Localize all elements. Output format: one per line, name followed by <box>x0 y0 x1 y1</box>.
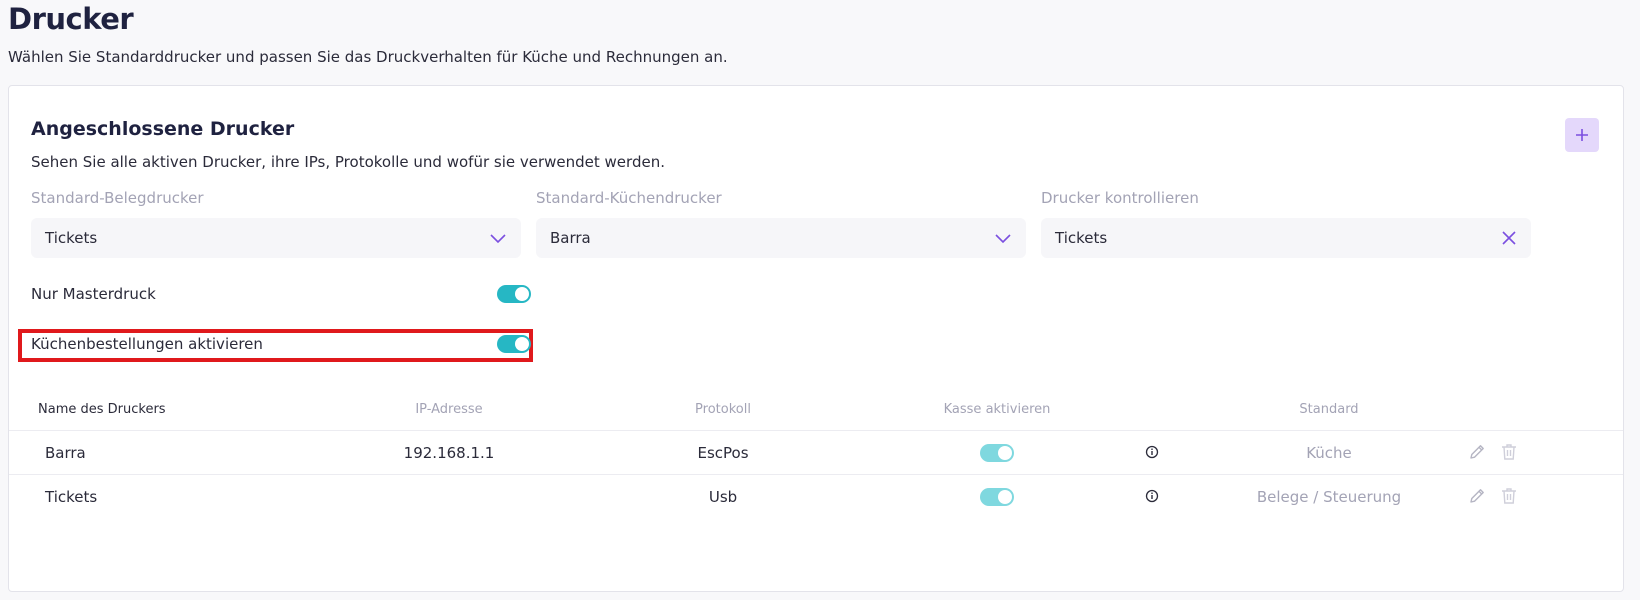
register-toggle[interactable] <box>980 488 1014 506</box>
column-header-standard: Standard <box>1299 402 1359 417</box>
column-header-ip: IP-Adresse <box>415 402 483 417</box>
row-divider <box>9 474 1623 475</box>
receipt-printer-label: Standard-Belegdrucker <box>31 189 204 207</box>
toggle-knob <box>998 446 1012 460</box>
row-divider <box>9 430 1623 431</box>
master-print-label: Nur Masterdruck <box>31 285 156 303</box>
control-printer-value: Tickets <box>1055 229 1108 247</box>
toggle-knob <box>515 287 529 301</box>
section-subtitle: Sehen Sie alle aktiven Drucker, ihre IPs… <box>31 153 665 171</box>
kitchen-orders-label: Küchenbestellungen aktivieren <box>31 335 263 353</box>
kitchen-orders-row: Küchenbestellungen aktivieren <box>31 332 531 356</box>
master-print-toggle[interactable] <box>497 285 531 303</box>
printer-standard: Küche <box>1306 444 1352 462</box>
printer-standard: Belege / Steuerung <box>1256 488 1402 506</box>
printer-ip: 192.168.1.1 <box>403 444 495 462</box>
control-printer-label: Drucker kontrollieren <box>1041 189 1199 207</box>
column-header-protocol: Protokoll <box>695 402 751 417</box>
trash-icon[interactable] <box>1499 486 1519 506</box>
chevron-down-icon <box>995 234 1011 244</box>
kitchen-printer-value: Barra <box>550 229 591 247</box>
master-print-row: Nur Masterdruck <box>31 282 531 306</box>
pencil-icon[interactable] <box>1467 442 1487 462</box>
page-subtitle: Wählen Sie Standarddrucker und passen Si… <box>8 48 728 66</box>
column-header-name: Name des Druckers <box>38 402 166 417</box>
printer-protocol: EscPos <box>697 444 749 462</box>
receipt-printer-value: Tickets <box>45 229 98 247</box>
kitchen-printer-select[interactable]: Barra <box>536 218 1026 258</box>
close-icon[interactable] <box>1501 230 1517 246</box>
plus-icon <box>1576 129 1588 141</box>
printer-name: Barra <box>45 444 86 462</box>
toggle-knob <box>515 337 529 351</box>
info-icon[interactable] <box>1145 489 1159 503</box>
toggle-knob <box>998 490 1012 504</box>
info-icon[interactable] <box>1145 445 1159 459</box>
register-toggle[interactable] <box>980 444 1014 462</box>
section-title: Angeschlossene Drucker <box>31 118 295 140</box>
page-title: Drucker <box>8 2 134 36</box>
kitchen-orders-toggle[interactable] <box>497 335 531 353</box>
kitchen-printer-label: Standard-Küchendrucker <box>536 189 722 207</box>
add-printer-button[interactable] <box>1565 118 1599 152</box>
printers-card: Angeschlossene Drucker Sehen Sie alle ak… <box>8 85 1624 592</box>
trash-icon[interactable] <box>1499 442 1519 462</box>
printer-name: Tickets <box>45 488 98 506</box>
chevron-down-icon <box>490 234 506 244</box>
control-printer-select[interactable]: Tickets <box>1041 218 1531 258</box>
pencil-icon[interactable] <box>1467 486 1487 506</box>
printer-protocol: Usb <box>708 488 738 506</box>
receipt-printer-select[interactable]: Tickets <box>31 218 521 258</box>
column-header-register: Kasse aktivieren <box>943 402 1051 417</box>
